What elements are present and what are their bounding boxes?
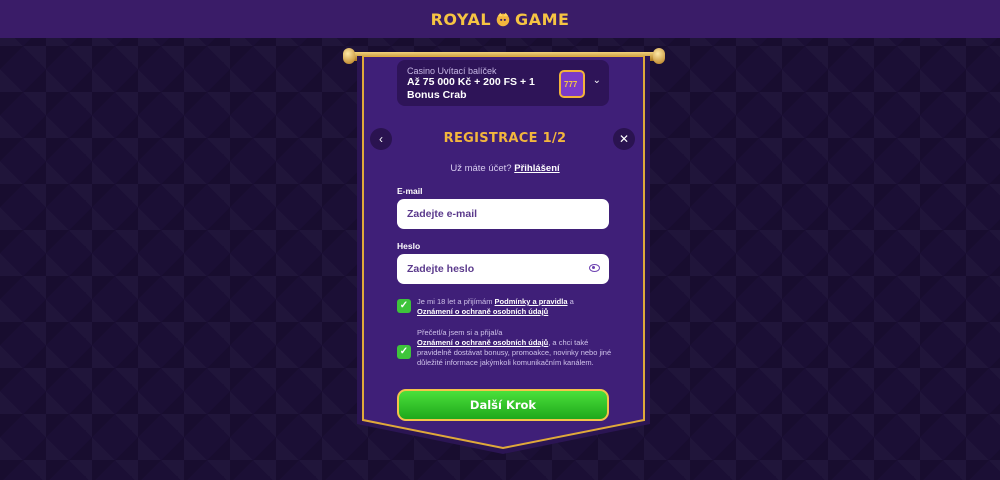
consent2-pre: Přečetl/a jsem si a přijal/a	[417, 328, 503, 337]
chevron-down-icon[interactable]: ⌄	[593, 75, 601, 86]
marketing-consent-checkbox[interactable]: ✓	[397, 345, 411, 359]
slot-machine-icon: 777	[559, 70, 585, 98]
close-icon: ✕	[618, 132, 630, 146]
next-step-button[interactable]: Další Krok	[397, 389, 609, 421]
welcome-bonus-selector[interactable]: Casino Uvítací balíček Až 75 000 Kč + 20…	[397, 60, 609, 106]
email-label: E-mail	[397, 186, 423, 196]
consent1-mid: a	[569, 297, 574, 306]
privacy-link-1[interactable]: Oznámení o ochraně osobních údajů	[417, 307, 548, 316]
privacy-link-2[interactable]: Oznámení o ochraně osobních údajů	[417, 338, 548, 347]
top-bar: ROYAL GAME	[0, 0, 1000, 38]
logo-text-left: ROYAL	[430, 9, 492, 29]
terms-link[interactable]: Podmínky a pravidla	[495, 297, 568, 306]
logo-text-right: GAME	[515, 9, 570, 29]
close-button[interactable]: ✕	[613, 128, 635, 150]
marketing-consent-text: Přečetl/a jsem si a přijal/a Oznámení o …	[417, 328, 617, 368]
login-link[interactable]: Přihlášení	[514, 163, 559, 174]
age-terms-text: Je mi 18 let a přijímám Podmínky a pravi…	[417, 297, 617, 317]
password-label: Heslo	[397, 241, 421, 251]
login-prompt: Už máte účet? Přihlášení	[400, 163, 610, 174]
age-terms-checkbox[interactable]: ✓	[397, 299, 411, 313]
logo-crown-icon	[496, 12, 510, 27]
consent1-pre: Je mi 18 let a přijímám	[417, 297, 493, 306]
login-prompt-text: Už máte účet?	[450, 163, 512, 174]
form-title: REGISTRACE 1/2	[443, 131, 567, 146]
chevron-left-icon: ‹	[379, 132, 383, 146]
rod-knob-right	[653, 48, 665, 64]
rod-knob-left	[343, 48, 355, 64]
royal-game-logo[interactable]: ROYAL GAME	[431, 10, 570, 29]
slot-text: 777	[564, 80, 578, 89]
back-button[interactable]: ‹	[370, 128, 392, 150]
email-field[interactable]	[397, 199, 609, 229]
password-field[interactable]	[397, 254, 609, 284]
bonus-value: Až 75 000 Kč + 200 FS + 1 Bonus Crab	[407, 76, 535, 101]
show-password-eye-icon[interactable]	[589, 264, 600, 272]
